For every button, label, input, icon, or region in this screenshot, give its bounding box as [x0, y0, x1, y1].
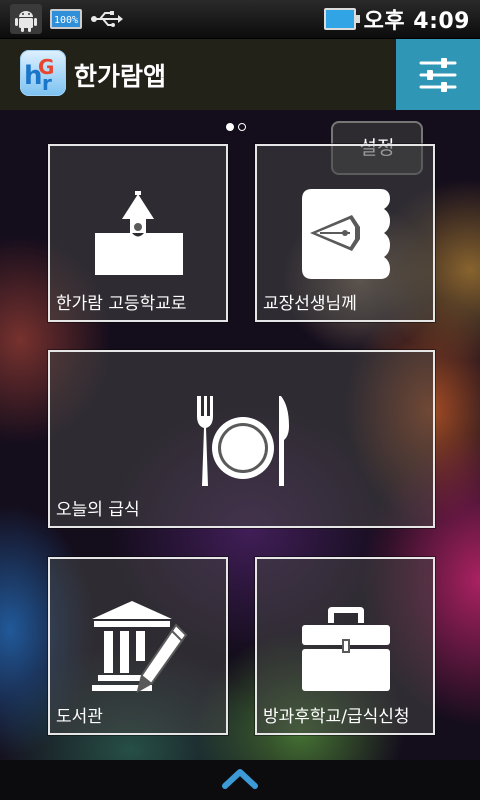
usb-icon — [91, 11, 123, 27]
battery-icon — [323, 8, 360, 30]
tile-label: 방과후학교/급식신청 — [263, 707, 410, 727]
app-logo-icon[interactable]: h G r — [20, 50, 66, 96]
tile-library[interactable]: 도서관 — [48, 557, 228, 735]
library-icon — [92, 601, 188, 694]
tile-afterschool[interactable]: 방과후학교/급식신청 — [255, 557, 435, 735]
home-screen: 설정 한가람 고등학교로 교장선생님께 오늘의 급식 — [0, 110, 480, 760]
tile-label: 교장선생님께 — [263, 294, 357, 314]
status-bar: 100% 오후 4:09 — [0, 0, 480, 39]
pen-nib-icon — [302, 189, 390, 279]
page-dot — [238, 123, 246, 131]
briefcase-icon — [302, 607, 390, 691]
meal-icon — [197, 396, 289, 486]
bottom-bar — [0, 760, 480, 800]
tile-principal[interactable]: 교장선생님께 — [255, 144, 435, 322]
tile-label: 한가람 고등학교로 — [56, 294, 187, 314]
page-dot-active — [226, 123, 234, 131]
school-icon — [95, 191, 183, 275]
app-title: 한가람앱 — [74, 62, 167, 91]
tile-label: 도서관 — [56, 707, 103, 727]
page-indicator — [226, 123, 246, 131]
battery-icon: 100% — [50, 9, 82, 29]
clock: 오후 4:09 — [363, 9, 470, 34]
tile-label: 오늘의 급식 — [56, 500, 140, 520]
action-bar: h G r 한가람앱 — [0, 39, 480, 110]
android-icon — [10, 4, 42, 34]
sliders-settings-button[interactable] — [396, 39, 480, 110]
status-bar-right: 오후 4:09 — [323, 4, 470, 34]
chevron-up-icon[interactable] — [222, 766, 258, 790]
status-bar-left: 100% — [10, 4, 124, 34]
sliders-icon — [419, 57, 457, 92]
tile-school[interactable]: 한가람 고등학교로 — [48, 144, 228, 322]
svg-text:r: r — [42, 71, 52, 95]
tile-meal[interactable]: 오늘의 급식 — [48, 350, 435, 528]
